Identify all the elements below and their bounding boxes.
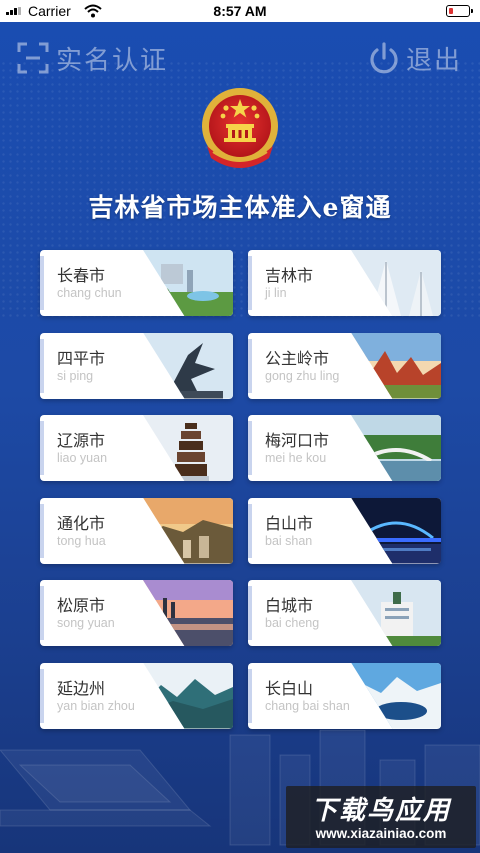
status-time: 8:57 AM [213,3,267,19]
city-card-ji-lin[interactable]: 吉林市 ji lin [248,250,441,316]
city-name: 白城市 [265,596,314,615]
app-title: 吉林省市场主体准入e窗通 [88,193,392,222]
city-photo [351,662,441,729]
city-name: 通化市 [57,513,106,533]
city-pinyin: chang bai shan [265,698,350,713]
city-pinyin: tong hua [57,533,106,548]
city-photo [351,250,441,316]
city-card-si-ping[interactable]: 四平市 si ping [40,332,233,399]
real-name-auth-button[interactable]: 实名认证 [16,40,168,76]
card-accent-bar [248,421,252,475]
scan-id-icon [17,42,49,74]
city-photo [351,415,441,481]
card-accent-bar [248,256,252,310]
card-accent-bar [40,421,44,475]
battery-icon [446,5,473,17]
city-photo [143,662,233,729]
real-name-auth-label: 实名认证 [56,45,169,76]
watermark-badge: 下载鸟应用 www.xiazainiao.com [286,786,476,848]
app-screen: Carrier 8:57 AM 实名认证 退出 吉林省市场主体准入e窗通 长春市… [0,0,480,853]
card-accent-bar [248,503,252,558]
city-photo [143,250,233,316]
city-pinyin: liao yuan [57,451,108,465]
city-card-chang-bai-shan[interactable]: 长白山 chang bai shan [248,662,441,729]
city-pinyin: bai cheng [265,616,320,630]
watermark-title: 下载鸟应用 [310,796,451,826]
city-name: 吉林市 [265,266,314,285]
city-pinyin: song yuan [57,616,115,630]
city-card-yan-bian-zhou[interactable]: 延边州 yan bian zhou [40,662,233,729]
city-pinyin: chang chun [57,286,122,300]
city-card-tong-hua[interactable]: 通化市 tong hua [40,497,233,564]
card-accent-bar [40,338,44,393]
city-name: 松原市 [57,596,106,615]
city-card-liao-yuan[interactable]: 辽源市 liao yuan [40,415,233,481]
card-accent-bar [40,256,44,310]
city-card-song-yuan[interactable]: 松原市 song yuan [40,580,233,646]
city-name: 延边州 [57,678,106,698]
city-pinyin: gong zhu ling [265,368,340,383]
national-emblem-icon [202,88,278,168]
city-pinyin: bai shan [265,533,313,548]
city-name: 辽源市 [57,431,106,450]
city-photo [143,415,233,481]
card-accent-bar [40,668,44,723]
city-name: 白山市 [265,513,314,533]
logout-button[interactable]: 退出 [368,40,462,76]
city-name: 长春市 [57,266,106,285]
city-card-chang-chun[interactable]: 长春市 chang chun [40,250,233,316]
city-card-gong-zhu-ling[interactable]: 公主岭市 gong zhu ling [248,332,441,399]
city-photo [351,497,441,564]
city-photo [351,580,441,646]
watermark-url: www.xiazainiao.com [315,826,447,841]
city-name: 梅河口市 [265,431,330,450]
city-photo [143,580,233,646]
city-photo [143,497,233,564]
card-accent-bar [248,338,252,393]
logout-label: 退出 [405,45,462,76]
city-name: 公主岭市 [265,348,330,368]
city-pinyin: yan bian zhou [57,698,135,713]
city-pinyin: ji lin [265,286,287,300]
city-card-mei-he-kou[interactable]: 梅河口市 mei he kou [248,415,441,481]
city-name: 长白山 [265,678,314,698]
city-card-bai-shan[interactable]: 白山市 bai shan [248,497,441,564]
power-icon [370,42,398,74]
city-card-bai-cheng[interactable]: 白城市 bai cheng [248,580,441,646]
city-name: 四平市 [57,348,106,368]
city-pinyin: mei he kou [265,451,327,465]
status-bar: Carrier 8:57 AM [0,0,480,22]
card-accent-bar [248,668,252,723]
city-photo [351,332,441,399]
city-photo [143,332,233,399]
city-pinyin: si ping [57,368,94,383]
card-accent-bar [40,586,44,640]
card-accent-bar [40,503,44,558]
card-accent-bar [248,586,252,640]
